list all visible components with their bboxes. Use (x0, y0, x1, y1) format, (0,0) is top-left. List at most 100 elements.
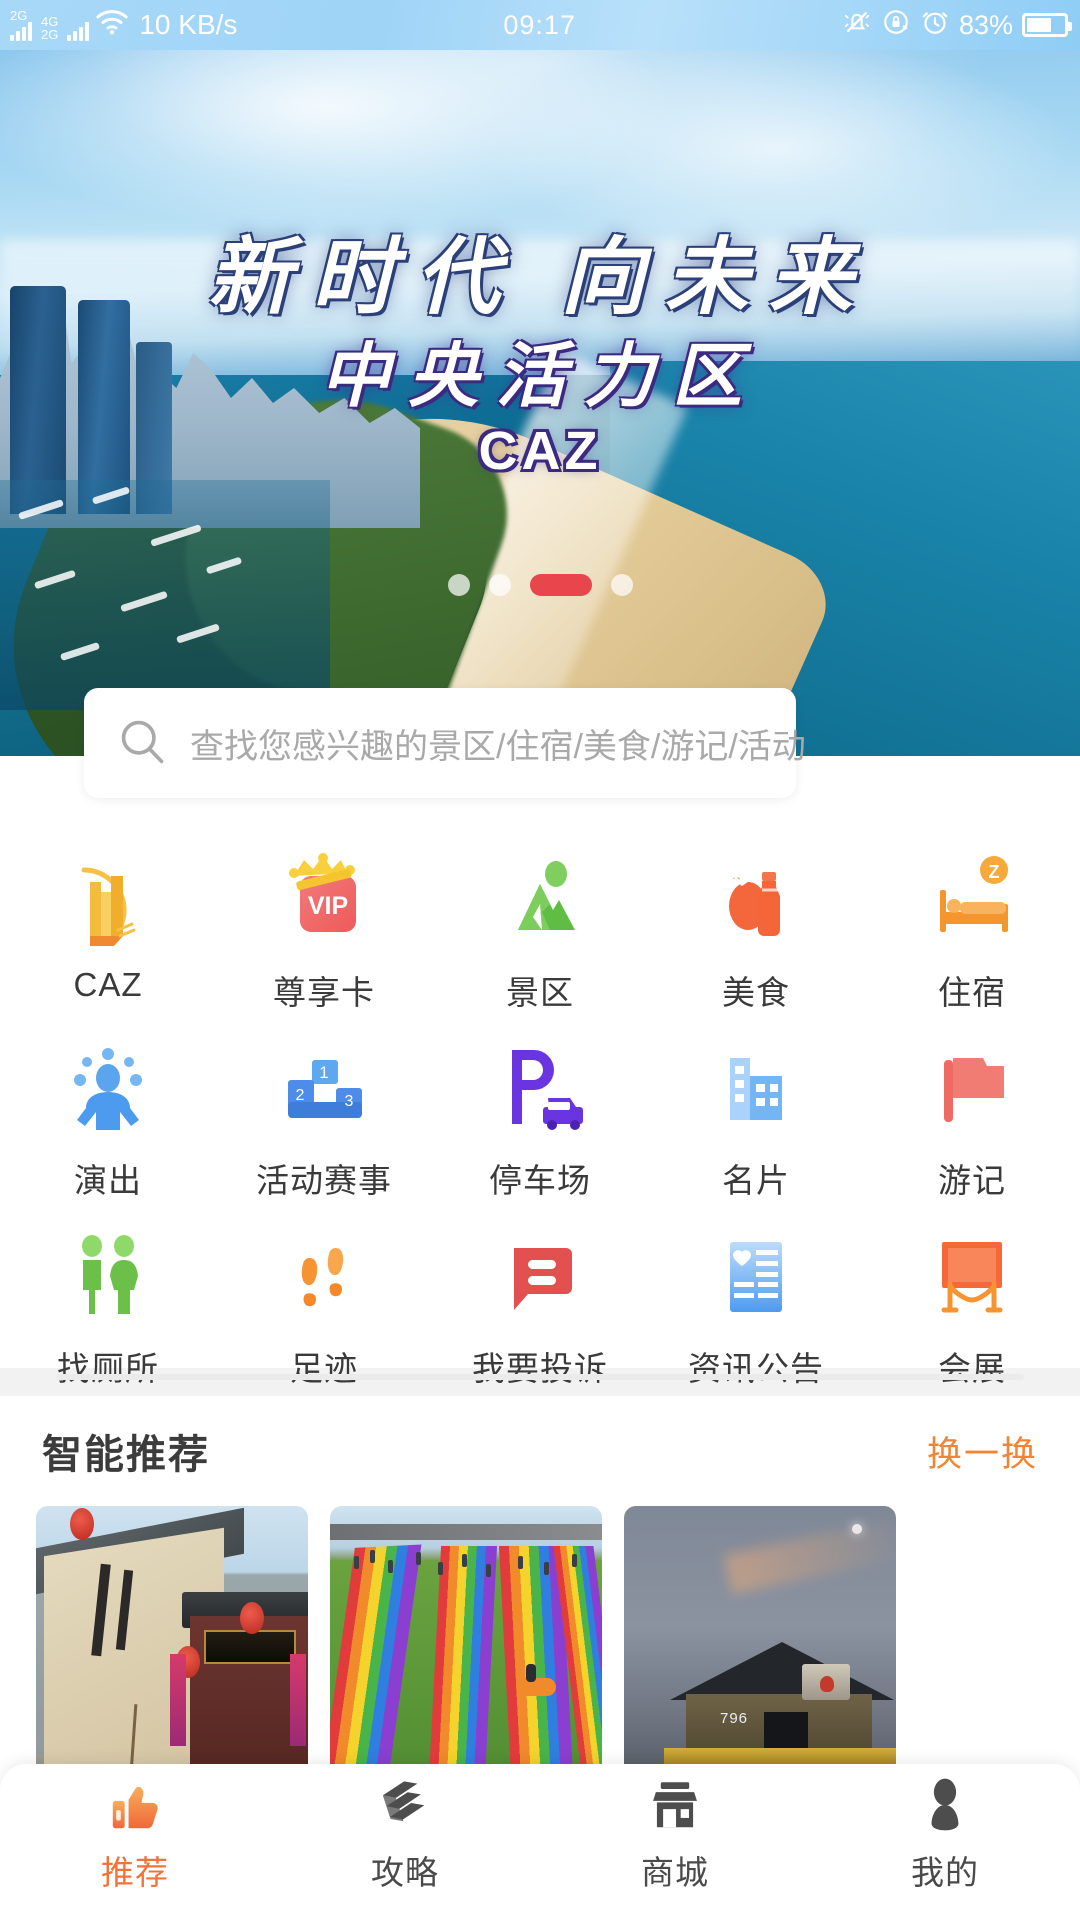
sim1-network-label: 2G (10, 8, 28, 23)
tab-guides[interactable]: 攻略 (270, 1764, 540, 1920)
grid-item-events[interactable]: 1 2 3 活动赛事 (216, 1036, 432, 1202)
grid-item-restroom[interactable]: 找厕所 (0, 1224, 216, 1390)
quick-links-panel: CAZ VIP 尊享卡 景区 美食 Z 住宿 演出 1 2 3 活动赛事 停车场… (0, 756, 1080, 1387)
restroom-icon (56, 1224, 160, 1328)
svg-text:2: 2 (296, 1087, 305, 1104)
signal-icons: 2G 4G 2G (10, 9, 90, 41)
section-title: 智能推荐 (42, 1433, 210, 1477)
card1-lantern-2 (240, 1602, 264, 1634)
flag-icon (920, 1036, 1024, 1140)
sim1-signal-icon: 2G (10, 9, 32, 41)
grid-item-label: 我要投诉 (472, 1350, 608, 1387)
carousel-dot-3[interactable] (529, 574, 592, 596)
sim2-signal-icon: 4G 2G (41, 15, 58, 41)
exhibition-icon (920, 1224, 1024, 1328)
card2-tube (516, 1678, 556, 1696)
grid-item-label: 景区 (506, 974, 574, 1011)
svg-text:1: 1 (319, 1063, 328, 1082)
svg-text:3: 3 (345, 1093, 354, 1110)
network-speed-label: 10 KB/s (139, 9, 238, 40)
grid-item-label: 住宿 (938, 974, 1006, 1011)
carousel-dot-1[interactable] (447, 574, 470, 596)
alarm-clock-icon (920, 7, 950, 44)
sim2-bars-icon (67, 22, 90, 41)
tab-label: 推荐 (101, 1854, 169, 1891)
card1-couplet-2 (290, 1654, 306, 1746)
grid-item-caz[interactable]: CAZ (0, 848, 216, 1014)
tab-label: 商城 (641, 1854, 709, 1891)
grid-item-food[interactable]: 美食 (648, 848, 864, 1014)
tab-label: 攻略 (371, 1854, 439, 1891)
grid-item-performance[interactable]: 演出 (0, 1036, 216, 1202)
grid-item-parking[interactable]: 停车场 (432, 1036, 648, 1202)
bell-muted-icon (842, 7, 872, 44)
carousel-dots[interactable] (0, 574, 1080, 596)
status-bar-clock: 09:17 (503, 9, 576, 40)
sim1-bars-icon (10, 22, 32, 41)
search-input[interactable]: 查找您感兴趣的景区/住宿/美食/游记/活动 (190, 719, 806, 768)
carousel-dot-4[interactable] (610, 574, 633, 596)
card2-visitors (330, 1548, 602, 1588)
grid-item-travel-notes[interactable]: 游记 (864, 1036, 1080, 1202)
status-bar-right: 83% (842, 7, 1080, 44)
search-icon (116, 715, 168, 772)
grid-item-exhibition[interactable]: 会展 (864, 1224, 1080, 1390)
podium-icon: 1 2 3 (272, 1036, 376, 1140)
tab-recommend[interactable]: 推荐 (0, 1764, 270, 1920)
recommend-card[interactable]: 796 (624, 1506, 896, 1806)
rotation-lock-icon (881, 7, 911, 44)
person-icon (914, 1774, 976, 1836)
card1-plaque (204, 1630, 296, 1664)
wifi-icon (95, 9, 129, 42)
recommend-card-list: 796 (0, 1506, 1080, 1806)
hero-banner-carousel[interactable]: 新时代 向未来 中央活力区 CAZ (0, 50, 1080, 756)
tab-label: 我的 (911, 1854, 979, 1891)
grid-item-news[interactable]: 资讯公告 (648, 1224, 864, 1390)
battery-icon (1022, 13, 1072, 37)
grid-item-vip-card[interactable]: VIP 尊享卡 (216, 848, 432, 1014)
tab-profile[interactable]: 我的 (810, 1764, 1080, 1920)
grid-item-label: 足迹 (290, 1350, 358, 1387)
business-card-icon (704, 1036, 808, 1140)
bottom-tab-bar: 推荐 攻略 商城 我的 (0, 1764, 1080, 1920)
grid-item-label: CAZ (73, 966, 143, 1003)
grid-item-complaint[interactable]: 我要投诉 (432, 1224, 648, 1390)
book-icon (374, 1774, 436, 1836)
banner-subheadline: 中央活力区 (320, 339, 760, 416)
refresh-button[interactable]: 换一换 (927, 1426, 1038, 1477)
section-divider (56, 1374, 1024, 1380)
svg-text:Z: Z (989, 862, 1000, 882)
footprints-icon (272, 1224, 376, 1328)
card2-top-strip (330, 1524, 602, 1540)
card3-cloud-trail (723, 1517, 896, 1595)
card3-window (764, 1712, 808, 1752)
performer-icon (56, 1036, 160, 1140)
grid-item-lodging[interactable]: Z 住宿 (864, 848, 1080, 1014)
tab-mall[interactable]: 商城 (540, 1764, 810, 1920)
grid-item-business-card[interactable]: 名片 (648, 1036, 864, 1202)
food-bottle-icon (704, 848, 808, 952)
grid-item-scenic[interactable]: 景区 (432, 848, 648, 1014)
grid-item-label: 活动赛事 (256, 1162, 392, 1199)
banner-headline: 新时代 向未来 (207, 232, 873, 325)
grid-item-label: 名片 (722, 1162, 790, 1199)
carousel-dot-2[interactable] (488, 574, 511, 596)
grid-item-label: 美食 (722, 974, 790, 1011)
news-list-icon (704, 1224, 808, 1328)
grid-item-label: 尊享卡 (273, 974, 375, 1011)
search-bar[interactable]: 查找您感兴趣的景区/住宿/美食/游记/活动 (84, 688, 806, 798)
grid-item-label: 演出 (74, 1162, 142, 1199)
card1-lantern-1 (70, 1508, 94, 1540)
card3-crest-emblem (820, 1676, 834, 1692)
recommend-card[interactable] (330, 1506, 602, 1806)
bed-sleep-icon: Z (920, 848, 1024, 952)
banner-caz-label: CAZ (478, 421, 602, 481)
grid-item-label: 资讯公告 (688, 1350, 824, 1387)
store-icon (644, 1774, 706, 1836)
thumbs-up-icon (104, 1774, 166, 1836)
grid-item-label: 找厕所 (57, 1350, 159, 1387)
recommend-card[interactable] (36, 1506, 308, 1806)
card2-rider (526, 1664, 536, 1682)
grid-item-footprints[interactable]: 足迹 (216, 1224, 432, 1390)
card3-roof (670, 1642, 894, 1700)
